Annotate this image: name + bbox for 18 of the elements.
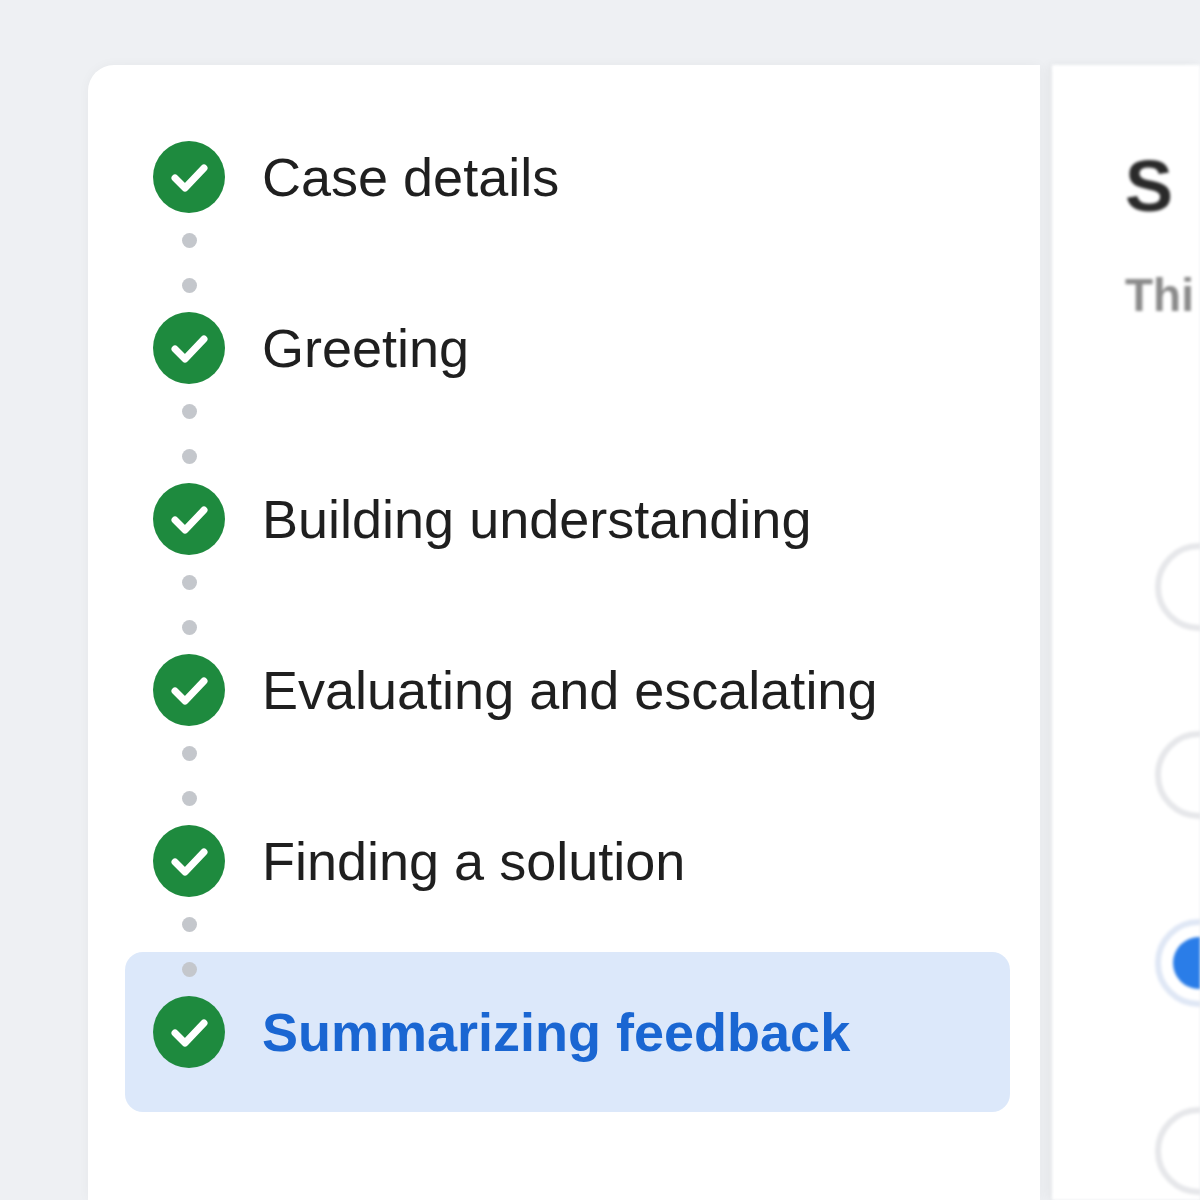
connector-dot (181, 277, 197, 293)
connector-dot (181, 619, 197, 635)
connector-dot (181, 745, 197, 761)
connector-dot (181, 448, 197, 464)
connector-dot (181, 790, 197, 806)
step-item[interactable]: Evaluating and escalating (125, 610, 1010, 770)
step-item[interactable]: Summarizing feedback (125, 952, 1010, 1112)
step-label: Case details (262, 150, 560, 204)
step-item[interactable]: Greeting (125, 268, 1010, 428)
step-item[interactable]: Finding a solution (125, 781, 1010, 941)
connector-dot (181, 574, 197, 590)
panel-subtitle: Thi (1125, 272, 1195, 318)
connector-dot (181, 916, 197, 932)
step-item[interactable]: Case details (125, 97, 1010, 257)
panel-title: S (1125, 150, 1175, 222)
step-item[interactable]: Building understanding (125, 439, 1010, 599)
connector-dot (181, 403, 197, 419)
connector-dot (181, 232, 197, 248)
